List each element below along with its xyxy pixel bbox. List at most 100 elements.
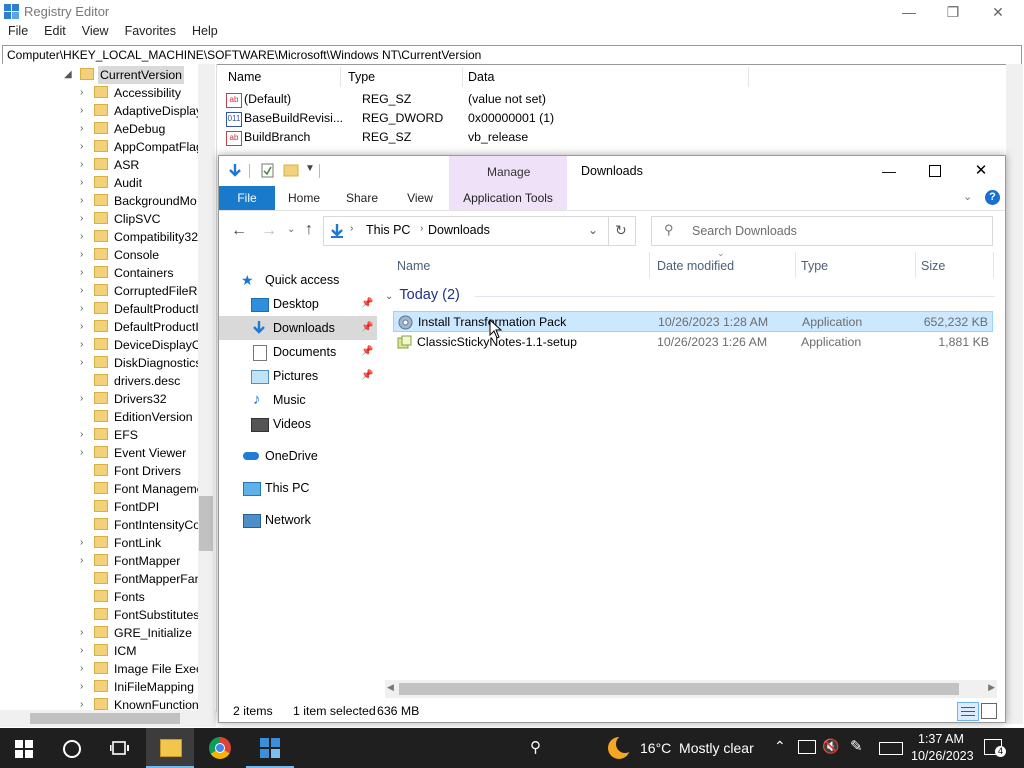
chevron-right-icon[interactable]: › (80, 660, 90, 678)
tree-item[interactable]: EditionVersion (0, 408, 200, 426)
regedit-close-button[interactable]: ✕ (975, 0, 1021, 24)
properties-icon[interactable] (261, 163, 275, 179)
tree-item[interactable]: FontSubstitutes (0, 606, 200, 624)
column-type[interactable]: Type (801, 259, 828, 273)
tree-item[interactable]: FontDPI (0, 498, 200, 516)
chevron-right-icon[interactable]: › (80, 444, 90, 462)
column-date-modified[interactable]: Date modified (657, 259, 734, 273)
manage-contextual-tab[interactable]: Manage (449, 156, 567, 186)
regedit-maximize-button[interactable]: ❐ (930, 0, 976, 24)
weather-moon-icon[interactable] (608, 735, 634, 759)
tree-item[interactable]: › ASR (0, 156, 200, 174)
file-list-hscroll-thumb[interactable] (399, 683, 959, 695)
column-type[interactable]: Type (348, 70, 375, 84)
back-arrow-icon[interactable]: ← (231, 222, 247, 240)
scroll-left-icon[interactable]: ◀ (387, 682, 394, 693)
people-icon[interactable]: ⚲ (530, 738, 541, 756)
chevron-down-icon[interactable]: ⌄ (385, 291, 393, 302)
chrome-taskbar-button[interactable] (196, 728, 244, 768)
tree-item[interactable]: Font Drivers (0, 462, 200, 480)
regedit-minimize-button[interactable]: — (886, 0, 932, 24)
task-view-icon[interactable] (110, 739, 130, 757)
chevron-right-icon[interactable]: › (80, 282, 90, 300)
clock-date[interactable]: 10/26/2023 (911, 749, 974, 763)
pin-icon[interactable]: 📌 (361, 364, 373, 388)
tree-item[interactable]: › Drivers32 (0, 390, 200, 408)
chevron-right-icon[interactable]: › (80, 246, 90, 264)
chevron-right-icon[interactable]: › (80, 192, 90, 210)
chevron-right-icon[interactable]: › (80, 300, 90, 318)
column-name[interactable]: Name (397, 259, 430, 273)
tree-item[interactable]: › AppCompatFlag (0, 138, 200, 156)
group-header-today[interactable]: ⌄ Today (2) (385, 287, 460, 303)
chevron-right-icon[interactable]: › (80, 426, 90, 444)
tree-item[interactable]: › CorruptedFileRe (0, 282, 200, 300)
pin-icon[interactable]: 📌 (361, 316, 373, 340)
column-size[interactable]: Size (921, 259, 945, 273)
chevron-right-icon[interactable]: › (80, 534, 90, 552)
file-row-classicstickynotes[interactable]: ClassicStickyNotes-1.1-setup 10/26/2023 … (393, 332, 993, 353)
nav-desktop[interactable]: Desktop 📌 (219, 292, 377, 316)
tree-item[interactable]: › ClipSVC (0, 210, 200, 228)
address-bar[interactable]: › This PC › Downloads ⌄ (323, 216, 609, 246)
chevron-right-icon[interactable]: › (80, 390, 90, 408)
nav-this-pc[interactable]: This PC (219, 476, 377, 500)
weather-text[interactable]: 16°C Mostly clear (640, 740, 754, 756)
tree-item[interactable]: drivers.desc (0, 372, 200, 390)
tree-item[interactable]: FontIntensityCo (0, 516, 200, 534)
chevron-right-icon[interactable]: › (80, 120, 90, 138)
nav-onedrive[interactable]: OneDrive (219, 444, 377, 468)
tree-item[interactable]: › IniFileMapping (0, 678, 200, 696)
tree-item[interactable]: › Compatibility32 (0, 228, 200, 246)
tree-item[interactable]: FontMapperFan (0, 570, 200, 588)
tree-item[interactable]: › DefaultProductI (0, 300, 200, 318)
chevron-right-icon[interactable]: › (80, 354, 90, 372)
menu-edit[interactable]: Edit (44, 24, 66, 38)
chevron-right-icon[interactable]: › (80, 174, 90, 192)
tree-item[interactable]: › ICM (0, 642, 200, 660)
chevron-right-icon[interactable]: › (80, 84, 90, 102)
menu-file[interactable]: File (8, 24, 28, 38)
up-arrow-icon[interactable]: ↑ (305, 221, 313, 239)
chevron-right-icon[interactable]: › (80, 264, 90, 282)
tree-item[interactable]: › Containers (0, 264, 200, 282)
tab-share[interactable]: Share (339, 186, 385, 210)
tab-file[interactable]: File (219, 186, 275, 210)
chevron-right-icon[interactable]: › (80, 552, 90, 570)
show-hidden-icons-icon[interactable]: ⌃ (774, 738, 786, 755)
keyboard-icon[interactable] (879, 742, 903, 755)
refresh-button[interactable]: ↻ (607, 216, 636, 246)
tree-item[interactable]: › AeDebug (0, 120, 200, 138)
tree-item[interactable]: › Accessibility (0, 84, 200, 102)
tree-item[interactable]: Fonts (0, 588, 200, 606)
tree-hscroll-thumb[interactable] (30, 713, 180, 724)
tree-scroll-thumb[interactable] (199, 496, 213, 551)
nav-music[interactable]: ♪ Music (219, 388, 377, 412)
registry-value-row[interactable]: ab BuildBranch REG_SZ vb_release (224, 128, 744, 147)
clock-time[interactable]: 1:37 AM (918, 732, 964, 746)
chevron-right-icon[interactable]: › (80, 642, 90, 660)
menu-help[interactable]: Help (192, 24, 218, 38)
chevron-right-icon[interactable]: › (80, 318, 90, 336)
breadcrumb-this-pc[interactable]: This PC (366, 223, 410, 237)
chevron-right-icon[interactable]: › (80, 228, 90, 246)
nav-quick-access[interactable]: ★ Quick access (219, 268, 377, 292)
scroll-right-icon[interactable]: ▶ (988, 682, 995, 693)
download-arrow-icon[interactable] (227, 163, 243, 179)
pen-icon[interactable]: ✎ (850, 737, 863, 755)
tree-item[interactable]: › BackgroundMo (0, 192, 200, 210)
column-data[interactable]: Data (468, 70, 494, 84)
tree-horizontal-scrollbar[interactable] (0, 710, 216, 727)
forward-arrow-icon[interactable]: → (261, 222, 277, 240)
registry-value-row[interactable]: ab (Default) REG_SZ (value not set) (224, 90, 744, 109)
explorer-close-button[interactable]: ✕ (959, 160, 1003, 182)
chevron-right-icon[interactable]: › (80, 138, 90, 156)
tree-item[interactable]: › DeviceDisplayO (0, 336, 200, 354)
recent-locations-icon[interactable]: ⌄ (287, 224, 295, 235)
regedit-list-scrollbar[interactable] (1006, 64, 1023, 724)
tree-item[interactable]: › Event Viewer (0, 444, 200, 462)
search-input[interactable]: Search Downloads (692, 224, 797, 238)
new-folder-icon[interactable] (283, 163, 299, 177)
search-box[interactable]: ⚲ Search Downloads (651, 216, 993, 246)
nav-pictures[interactable]: Pictures 📌 (219, 364, 377, 388)
